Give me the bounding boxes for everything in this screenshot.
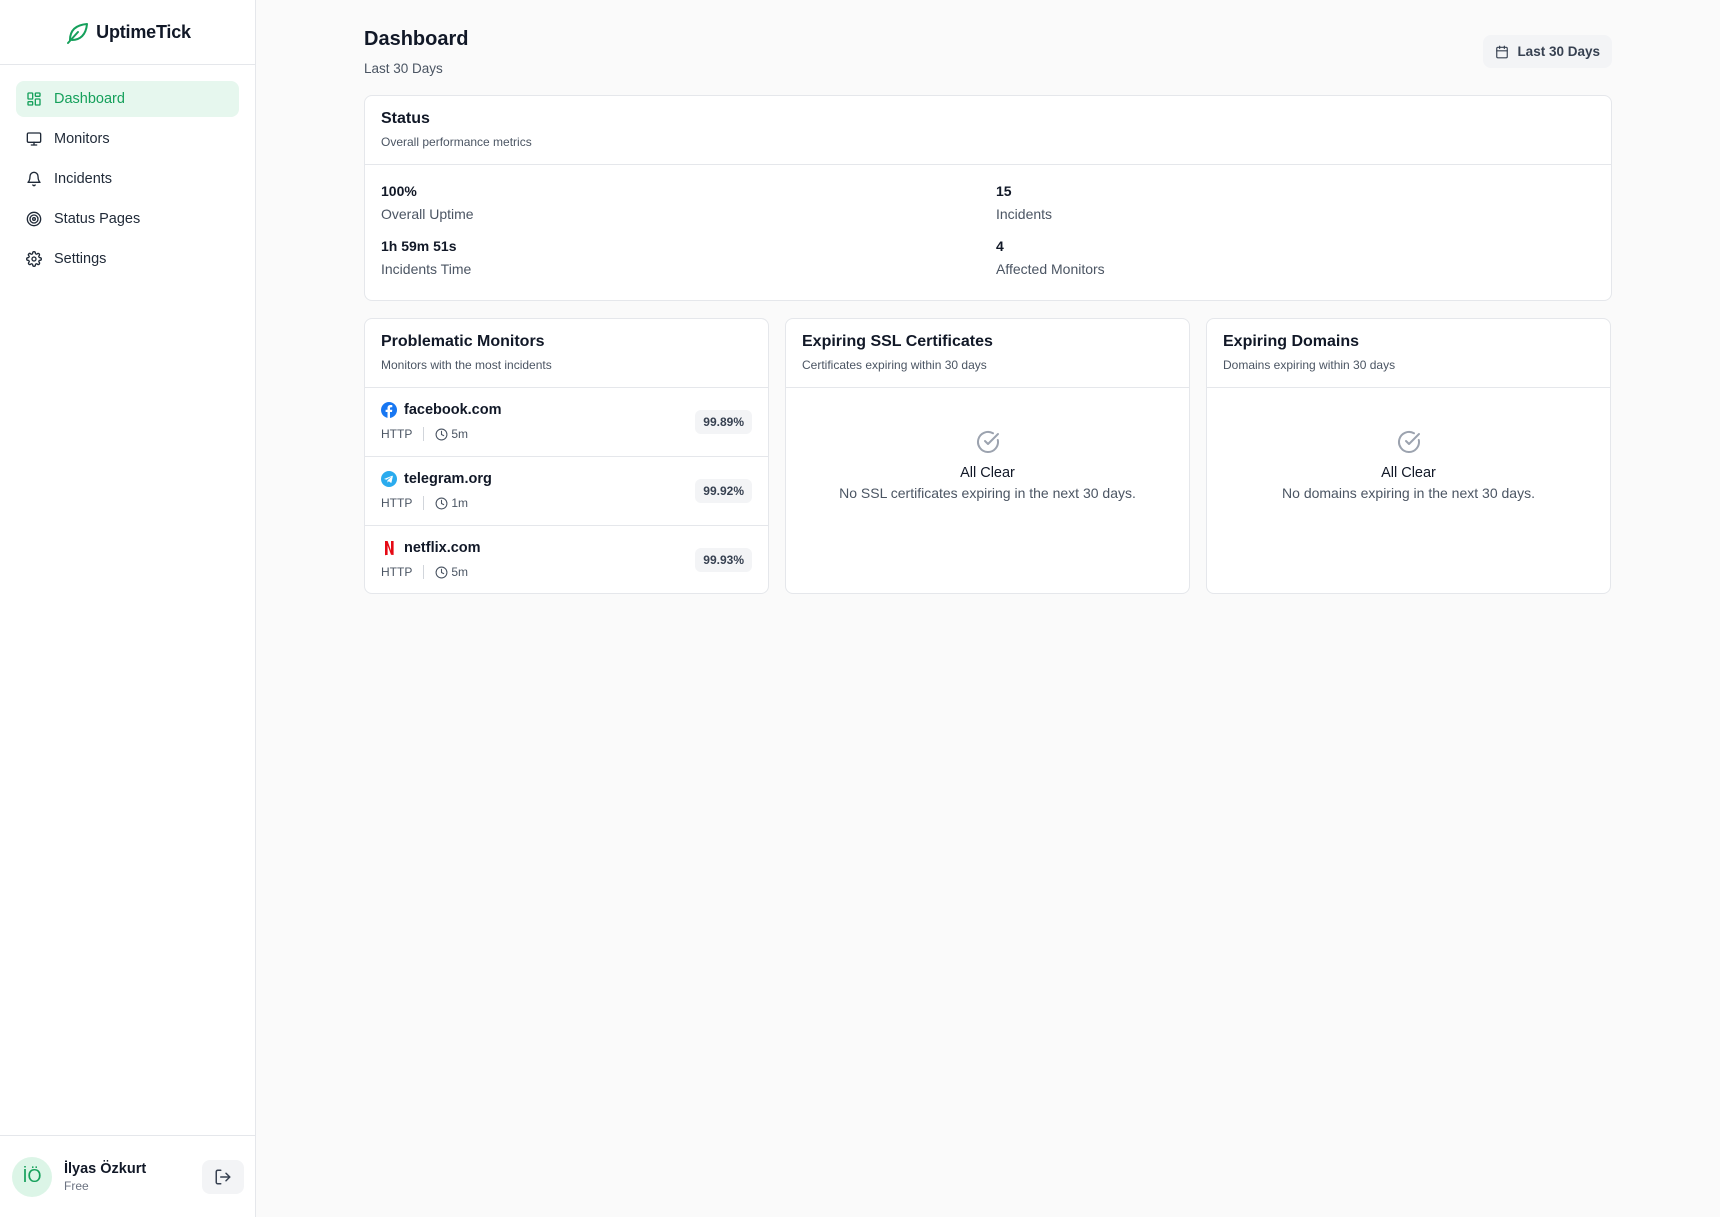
sidebar-item-settings[interactable]: Settings [16, 241, 239, 277]
divider [423, 565, 425, 579]
monitor-name: netflix.com [404, 540, 481, 556]
monitor-interval: 5m [451, 565, 469, 579]
status-metrics: 100% Overall Uptime 15 Incidents 1h 59m … [365, 165, 1611, 277]
divider [423, 496, 425, 510]
sidebar-item-incidents[interactable]: Incidents [16, 161, 239, 197]
metric-value: 1h 59m 51s [381, 238, 457, 254]
monitor-row-facebook[interactable]: facebook.com HTTP 5m 99.89% [365, 388, 768, 457]
metric-value: 100% [381, 183, 417, 199]
expiring-ssl-description: Certificates expiring within 30 days [802, 358, 987, 372]
user-panel: İÖ İlyas Özkurt Free [0, 1135, 256, 1217]
sidebar-item-label: Dashboard [54, 91, 125, 107]
sidebar-item-label: Incidents [54, 171, 113, 187]
expiring-domains-description: Domains expiring within 30 days [1223, 358, 1396, 372]
detail-cards-row: Problematic Monitors Monitors with the m… [364, 318, 1612, 594]
status-description: Overall performance metrics [381, 135, 532, 149]
sidebar: UptimeTick Dashboard Monitors Incidents … [0, 0, 256, 1217]
monitor-type: HTTP [381, 496, 413, 510]
problematic-monitors-description: Monitors with the most incidents [381, 358, 552, 372]
date-range-button[interactable]: Last 30 Days [1483, 35, 1612, 68]
page-title: Dashboard [364, 28, 469, 50]
sidebar-item-monitors[interactable]: Monitors [16, 121, 239, 157]
expiring-ssl-card: Expiring SSL Certificates Certificates e… [785, 318, 1190, 594]
gear-icon [26, 251, 42, 267]
expiring-domains-header: Expiring Domains Domains expiring within… [1207, 319, 1610, 388]
facebook-icon [381, 402, 397, 418]
sidebar-item-label: Status Pages [54, 211, 141, 227]
divider [423, 427, 425, 441]
metric-affected-monitors: 4 Affected Monitors [996, 238, 1595, 277]
telegram-icon [381, 471, 397, 487]
clock-icon [435, 428, 448, 440]
metric-label: Incidents Time [381, 261, 472, 277]
date-range-label: Last 30 Days [1517, 44, 1600, 59]
log-out-icon [215, 1169, 231, 1184]
empty-state-title: All Clear [1381, 465, 1436, 481]
clock-icon [435, 566, 448, 578]
circle-check-icon [976, 430, 999, 453]
status-card-header: Status Overall performance metrics [365, 96, 1611, 165]
brand-logo[interactable]: UptimeTick [0, 0, 255, 65]
metric-overall-uptime: 100% Overall Uptime [381, 183, 996, 222]
monitor-icon [26, 132, 42, 146]
monitor-type: HTTP [381, 427, 413, 441]
monitor-row-telegram[interactable]: telegram.org HTTP 1m 99.92% [365, 457, 768, 526]
problematic-monitors-title: Problematic Monitors [381, 333, 545, 350]
avatar[interactable]: İÖ [12, 1156, 52, 1197]
problematic-monitors-card: Problematic Monitors Monitors with the m… [364, 318, 769, 594]
uptime-badge: 99.89% [695, 410, 752, 434]
sidebar-item-status-pages[interactable]: Status Pages [16, 201, 239, 237]
metric-label: Overall Uptime [381, 206, 474, 222]
sidebar-nav: Dashboard Monitors Incidents Status Page… [0, 65, 255, 297]
monitor-type: HTTP [381, 565, 413, 579]
brand-name: UptimeTick [96, 21, 191, 42]
empty-state: All Clear No SSL certificates expiring i… [786, 388, 1189, 501]
problematic-monitors-header: Problematic Monitors Monitors with the m… [365, 319, 768, 388]
empty-state-title: All Clear [960, 465, 1015, 481]
page-header: Dashboard Last 30 Days Last 30 Days [364, 0, 1612, 95]
user-plan: Free [64, 1178, 89, 1193]
radar-icon [26, 211, 42, 227]
sidebar-item-label: Settings [54, 251, 107, 267]
metric-label: Affected Monitors [996, 261, 1105, 277]
expiring-ssl-header: Expiring SSL Certificates Certificates e… [786, 319, 1189, 388]
monitor-interval: 1m [451, 496, 469, 510]
user-name: İlyas Özkurt [64, 1160, 147, 1177]
bell-icon [27, 171, 41, 187]
status-title: Status [381, 110, 430, 127]
monitor-name: telegram.org [404, 471, 492, 487]
status-card: Status Overall performance metrics 100% … [364, 95, 1612, 301]
uptime-badge: 99.92% [695, 479, 752, 503]
calendar-icon [1496, 45, 1509, 58]
sidebar-item-dashboard[interactable]: Dashboard [16, 81, 239, 117]
expiring-domains-card: Expiring Domains Domains expiring within… [1206, 318, 1611, 594]
empty-state: All Clear No domains expiring in the nex… [1207, 388, 1610, 501]
netflix-icon [385, 541, 394, 556]
page-subtitle: Last 30 Days [364, 61, 443, 76]
leaf-icon [67, 23, 89, 44]
metric-value: 4 [996, 238, 1004, 254]
uptime-badge: 99.93% [695, 548, 752, 572]
monitor-row-netflix[interactable]: netflix.com HTTP 5m 99.93% [365, 526, 768, 595]
main-content: Dashboard Last 30 Days Last 30 Days Stat… [364, 0, 1612, 594]
clock-icon [435, 497, 448, 509]
empty-state-text: No domains expiring in the next 30 days. [1282, 485, 1535, 501]
monitor-name: facebook.com [404, 402, 502, 418]
layout-dashboard-icon [27, 92, 41, 106]
expiring-ssl-title: Expiring SSL Certificates [802, 333, 993, 350]
monitor-interval: 5m [451, 427, 469, 441]
metric-incidents: 15 Incidents [996, 183, 1595, 222]
empty-state-text: No SSL certificates expiring in the next… [839, 485, 1136, 501]
metric-label: Incidents [996, 206, 1053, 222]
sidebar-item-label: Monitors [54, 131, 110, 147]
metric-value: 15 [996, 183, 1012, 199]
user-info: İlyas Özkurt Free [64, 1161, 202, 1193]
metric-incidents-time: 1h 59m 51s Incidents Time [381, 238, 996, 277]
circle-check-icon [1397, 430, 1420, 453]
expiring-domains-title: Expiring Domains [1223, 333, 1360, 350]
logout-button[interactable] [202, 1159, 244, 1194]
